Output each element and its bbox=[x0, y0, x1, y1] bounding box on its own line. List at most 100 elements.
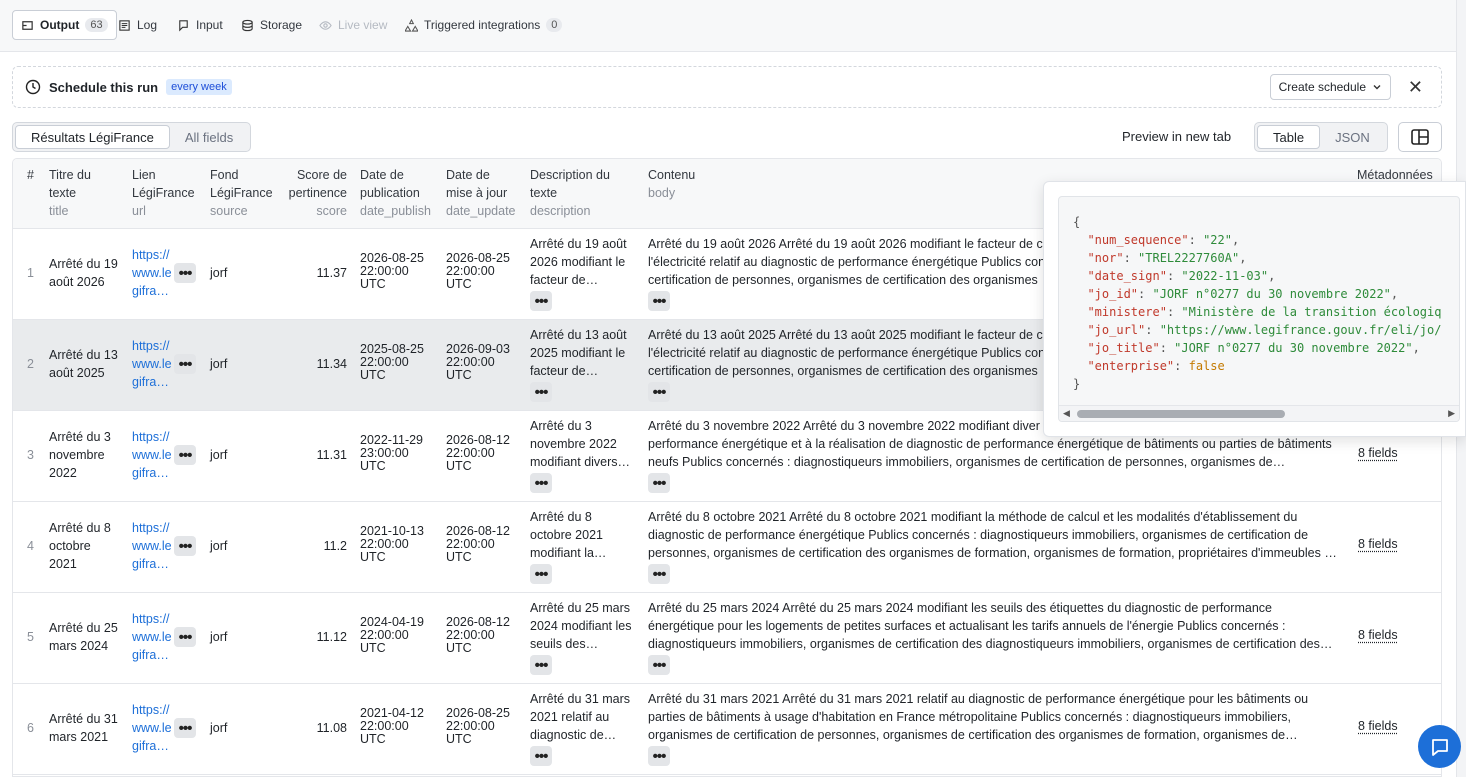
row-index: 4 bbox=[27, 539, 34, 553]
expand-body-button[interactable]: ••• bbox=[648, 655, 670, 675]
row-date-update: 2026-08-12 22:00:00 UTC bbox=[446, 433, 510, 473]
integrations-icon bbox=[405, 18, 418, 32]
col-title[interactable]: Titre du texte title bbox=[49, 166, 91, 220]
schedule-title: Schedule this run bbox=[49, 79, 159, 95]
scroll-left-icon[interactable]: ◀ bbox=[1063, 408, 1070, 419]
row-index: 3 bbox=[27, 448, 34, 462]
row-score: 11.34 bbox=[316, 357, 347, 371]
tab-input[interactable]: Input bbox=[177, 10, 223, 40]
json-code-block: { "num_sequence": "22", "nor": "TREL2227… bbox=[1058, 196, 1460, 422]
metadata-fields-link[interactable]: 8 fields bbox=[1358, 446, 1398, 460]
row-body: Arrêté du 13 août 2025 Arrêté du 13 août… bbox=[648, 328, 1046, 378]
row-score: 11.31 bbox=[316, 448, 347, 462]
expand-body-button[interactable]: ••• bbox=[648, 746, 670, 766]
expand-url-button[interactable]: ••• bbox=[174, 536, 196, 556]
expand-description-button[interactable]: ••• bbox=[530, 746, 552, 766]
row-source: jorf bbox=[210, 266, 228, 280]
expand-url-button[interactable]: ••• bbox=[174, 263, 196, 283]
integrations-count-badge: 0 bbox=[546, 18, 563, 32]
format-json[interactable]: JSON bbox=[1320, 125, 1385, 149]
row-title: Arrêté du 13 août 2025 bbox=[49, 348, 118, 380]
format-switcher: Table JSON bbox=[1254, 122, 1388, 152]
schedule-frequency-badge: every week bbox=[166, 79, 232, 95]
row-url-link[interactable]: https://www.le gifra… bbox=[132, 519, 172, 573]
col-url[interactable]: Lien LégiFrance url bbox=[132, 166, 195, 220]
input-icon bbox=[179, 19, 188, 31]
output-count-badge: 63 bbox=[85, 18, 108, 32]
layout-toggle-button[interactable] bbox=[1398, 122, 1442, 152]
json-horizontal-scrollbar[interactable]: ◀ ▶ bbox=[1059, 405, 1459, 421]
expand-url-button[interactable]: ••• bbox=[174, 445, 196, 465]
row-url-link[interactable]: https://www.le gifra… bbox=[132, 246, 172, 300]
col-date-update[interactable]: Date de mise à jour date_update bbox=[446, 166, 516, 220]
row-title: Arrêté du 19 août 2026 bbox=[49, 257, 118, 289]
col-index: # bbox=[27, 168, 34, 182]
tab-output[interactable]: Output 63 bbox=[12, 10, 117, 40]
tab-triggered-integrations-label: Triggered integrations bbox=[424, 18, 541, 32]
view-legifrance[interactable]: Résultats LégiFrance bbox=[15, 125, 170, 149]
expand-body-button[interactable]: ••• bbox=[648, 473, 670, 493]
scroll-right-icon[interactable]: ▶ bbox=[1448, 408, 1455, 419]
chat-icon bbox=[1431, 738, 1448, 756]
create-schedule-button[interactable]: Create schedule bbox=[1269, 74, 1391, 100]
col-description[interactable]: Description du texte description bbox=[530, 166, 610, 220]
expand-body-button[interactable]: ••• bbox=[648, 382, 670, 402]
row-url-link[interactable]: https://www.le gifra… bbox=[132, 428, 172, 482]
row-index: 6 bbox=[27, 721, 34, 735]
expand-url-button[interactable]: ••• bbox=[174, 354, 196, 374]
col-body[interactable]: Contenu body bbox=[648, 166, 695, 202]
table-row[interactable]: 6 Arrêté du 31 mars 2021 https://www.le gi… bbox=[13, 684, 1441, 775]
row-date-publish: 2021-10-13 22:00:00 UTC bbox=[360, 524, 424, 564]
row-source: jorf bbox=[210, 630, 228, 644]
expand-description-button[interactable]: ••• bbox=[530, 291, 552, 311]
expand-body-button[interactable]: ••• bbox=[648, 564, 670, 584]
expand-url-button[interactable]: ••• bbox=[174, 718, 196, 738]
scrollbar-thumb[interactable] bbox=[1077, 410, 1285, 418]
tab-live-view: Live view bbox=[319, 10, 387, 40]
row-body: Arrêté du 8 octobre 2021 Arrêté du 8 oct… bbox=[648, 510, 1337, 560]
row-date-update: 2026-09-03 22:00:00 UTC bbox=[446, 342, 510, 382]
chevron-down-icon bbox=[1373, 85, 1381, 90]
expand-description-button[interactable]: ••• bbox=[530, 382, 552, 402]
expand-url-button[interactable]: ••• bbox=[174, 627, 196, 647]
tab-log[interactable]: Log bbox=[118, 10, 157, 40]
row-source: jorf bbox=[210, 448, 228, 462]
col-score[interactable]: Score de pertinence score bbox=[283, 166, 347, 220]
preview-new-tab-link[interactable]: Preview in new tab bbox=[1122, 129, 1231, 144]
schedule-panel: Schedule this run every week Create sche… bbox=[12, 66, 1442, 108]
row-title: Arrêté du 25 mars 2024 bbox=[49, 621, 118, 653]
col-source[interactable]: Fond LégiFrance source bbox=[210, 166, 273, 220]
view-switcher: Résultats LégiFrance All fields bbox=[12, 122, 252, 152]
format-table[interactable]: Table bbox=[1257, 125, 1321, 149]
metadata-fields-link[interactable]: 8 fields bbox=[1358, 719, 1398, 733]
row-date-publish: 2022-11-29 23:00:00 UTC bbox=[360, 433, 424, 473]
metadata-json-popover: { "num_sequence": "22", "nor": "TREL2227… bbox=[1043, 181, 1466, 437]
view-all-fields[interactable]: All fields bbox=[170, 125, 248, 149]
row-body: Arrêté du 19 août 2026 Arrêté du 19 août… bbox=[648, 237, 1046, 287]
row-index: 1 bbox=[27, 266, 34, 280]
metadata-fields-link[interactable]: 8 fields bbox=[1358, 537, 1398, 551]
table-row[interactable]: 5 Arrêté du 25 mars 2024 https://www.le gi… bbox=[13, 593, 1441, 684]
row-description: Arrêté du 13 août 2025 modifiant le facteu… bbox=[530, 328, 627, 378]
row-url-link[interactable]: https://www.le gifra… bbox=[132, 610, 172, 664]
expand-description-button[interactable]: ••• bbox=[530, 473, 552, 493]
tab-storage[interactable]: Storage bbox=[241, 10, 302, 40]
row-date-publish: 2026-08-25 22:00:00 UTC bbox=[360, 251, 424, 291]
run-tabs-bar: Output 63 Log Input Storage Live view Tr… bbox=[0, 0, 1456, 52]
output-icon bbox=[22, 20, 33, 30]
chat-support-button[interactable] bbox=[1418, 725, 1461, 768]
metadata-fields-link[interactable]: 8 fields bbox=[1358, 628, 1398, 642]
row-url-link[interactable]: https://www.le gifra… bbox=[132, 701, 172, 755]
row-url-link[interactable]: https://www.le gifra… bbox=[132, 337, 172, 391]
row-index: 5 bbox=[27, 630, 34, 644]
expand-description-button[interactable]: ••• bbox=[530, 564, 552, 584]
tab-triggered-integrations[interactable]: Triggered integrations 0 bbox=[405, 10, 563, 40]
col-date-publish[interactable]: Date de publication date_publish bbox=[360, 166, 431, 220]
expand-description-button[interactable]: ••• bbox=[530, 655, 552, 675]
row-date-publish: 2021-04-12 22:00:00 UTC bbox=[360, 706, 424, 746]
row-date-update: 2026-08-12 22:00:00 UTC bbox=[446, 615, 510, 655]
close-icon[interactable]: ✕ bbox=[1408, 76, 1423, 98]
table-row[interactable]: 4 Arrêté du 8 octobre 2021 https://www.le g… bbox=[13, 502, 1441, 593]
row-date-publish: 2025-08-25 22:00:00 UTC bbox=[360, 342, 424, 382]
expand-body-button[interactable]: ••• bbox=[648, 291, 670, 311]
